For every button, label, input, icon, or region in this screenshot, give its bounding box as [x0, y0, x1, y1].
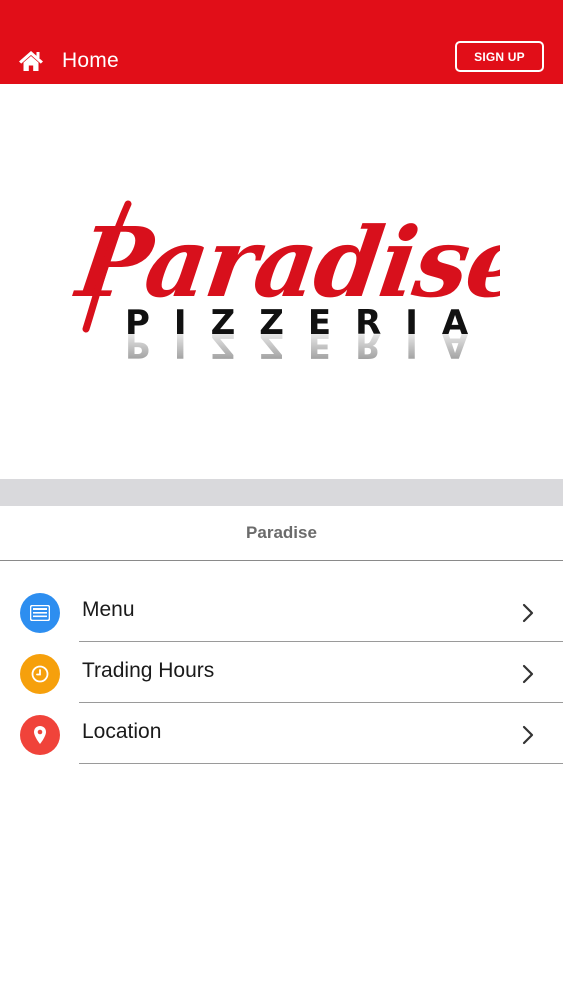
section-header: Paradise: [0, 506, 563, 561]
home-label: Home: [62, 49, 119, 72]
chevron-right-icon: [522, 725, 534, 745]
list-item-menu[interactable]: Menu: [0, 581, 563, 642]
logo-banner: Paradise PIZZERIA PIZZERIA: [0, 84, 563, 479]
chevron-right-icon: [522, 664, 534, 684]
location-pin-icon: [20, 715, 60, 755]
section-title: Paradise: [246, 523, 317, 542]
main-menu-list: Menu Trading Hours Location: [0, 581, 563, 764]
list-item-trading-hours[interactable]: Trading Hours: [0, 642, 563, 703]
home-icon: [19, 51, 43, 71]
list-item-label: Trading Hours: [82, 659, 215, 682]
app-screen: Home SIGN UP Paradise PIZZERIA PIZZERIA: [0, 0, 563, 1000]
sign-up-button[interactable]: SIGN UP: [455, 41, 544, 72]
paradise-pizzeria-logo: Paradise PIZZERIA PIZZERIA: [70, 200, 500, 365]
list-item-label: Menu: [82, 598, 135, 621]
menu-list-icon: [20, 593, 60, 633]
list-item-label: Location: [82, 720, 162, 743]
list-item-location[interactable]: Location: [0, 703, 563, 764]
chevron-right-icon: [522, 603, 534, 623]
clock-icon: [20, 654, 60, 694]
top-nav-bar: Home SIGN UP: [0, 0, 563, 84]
svg-text:Paradise: Paradise: [70, 205, 500, 318]
svg-text:PIZZERIA: PIZZERIA: [125, 325, 492, 365]
section-divider: [0, 479, 563, 506]
home-nav-button[interactable]: Home: [18, 44, 119, 78]
list-separator: [79, 763, 563, 764]
